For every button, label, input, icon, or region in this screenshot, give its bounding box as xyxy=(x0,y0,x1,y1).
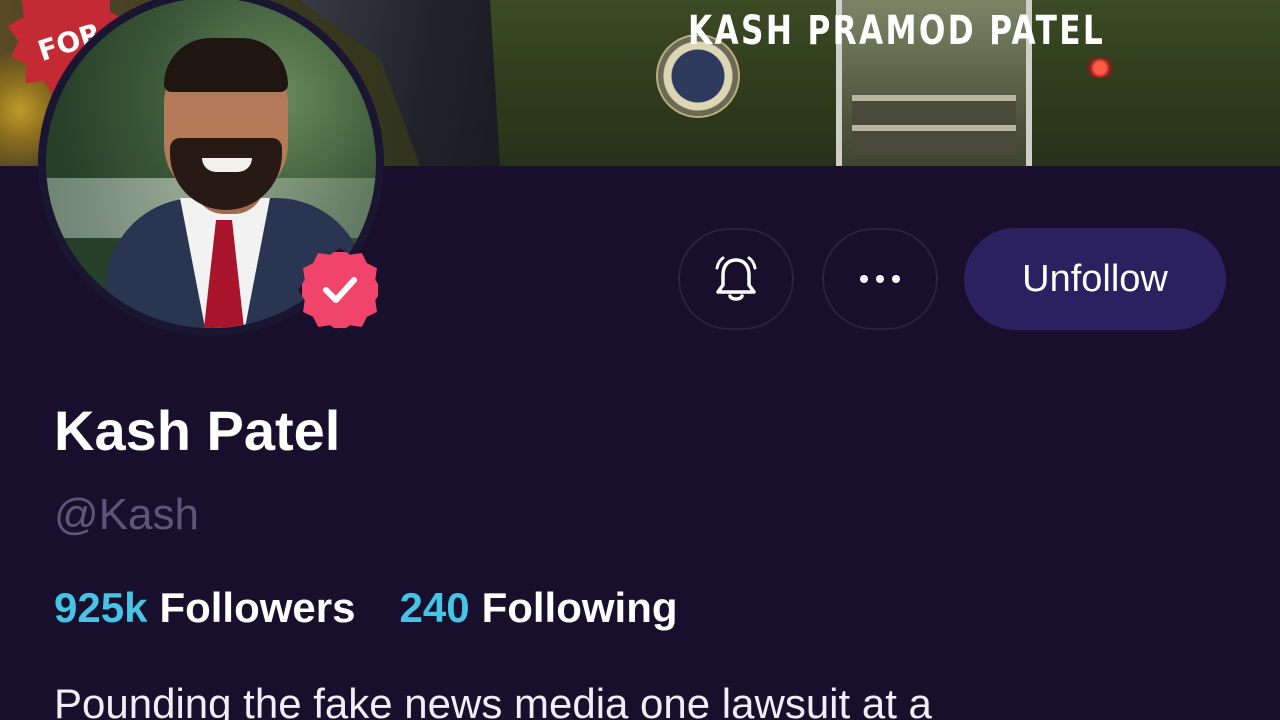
bell-icon xyxy=(715,256,757,301)
more-horizontal-icon xyxy=(860,275,900,283)
following-link[interactable]: 240 Following xyxy=(399,584,677,632)
followers-label: Followers xyxy=(159,584,356,631)
banner-light xyxy=(1086,58,1114,78)
profile-screen: KASH PRAMOD PATEL FOR Unfollow Kash Pate… xyxy=(0,0,1280,720)
check-icon xyxy=(323,277,357,303)
more-options-button[interactable] xyxy=(822,228,938,330)
avatar-hair xyxy=(164,38,288,92)
avatar-smile xyxy=(202,158,252,172)
profile-stats: 925k Followers 240 Following xyxy=(54,584,678,632)
profile-handle: @Kash xyxy=(54,490,199,539)
following-label: Following xyxy=(481,584,678,631)
followers-count: 925k xyxy=(54,584,148,631)
following-count: 240 xyxy=(399,584,470,631)
notify-bell-button[interactable] xyxy=(678,228,794,330)
profile-bio: Pounding the fake news media one lawsuit… xyxy=(54,680,932,720)
followers-link[interactable]: 925k Followers xyxy=(54,584,355,632)
profile-name: Kash Patel xyxy=(54,399,341,462)
unfollow-button[interactable]: Unfollow xyxy=(964,228,1226,330)
banner-title: KASH PRAMOD PATEL xyxy=(688,8,1106,54)
verified-check-icon xyxy=(298,248,382,332)
